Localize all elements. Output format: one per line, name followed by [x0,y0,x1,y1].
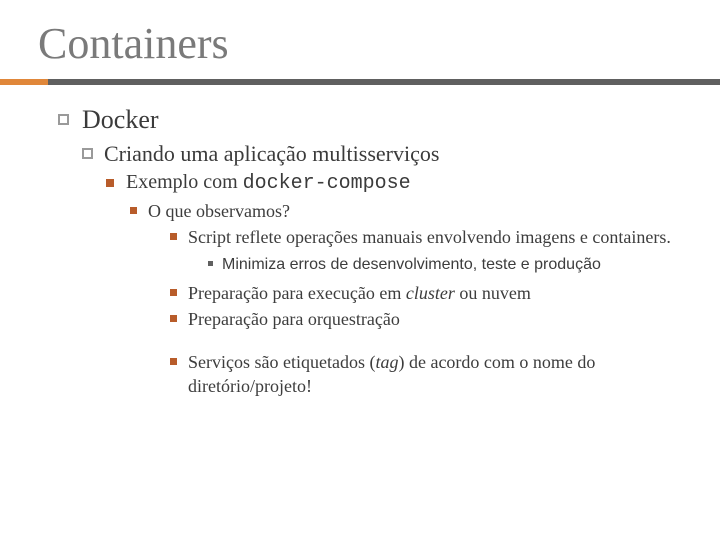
slide-body: Docker Criando uma aplicação multisservi… [0,85,720,398]
bullet-l5-script: Script reflete operações manuais envolve… [170,225,680,249]
bullet-l6-minimize: Minimiza erros de desenvolvimento, teste… [208,254,680,276]
bullet-l2: Criando uma aplicação multisserviços [82,141,680,167]
bullet-l5-cluster: Preparação para execução em cluster ou n… [170,281,680,305]
title-underline [0,79,720,85]
bullet-l3-text-pre: Exemplo com [126,171,243,193]
bullet-l5-orchestration: Preparação para orquestração [170,307,680,331]
bullet-l4-question-text: O que observamos? [148,201,290,221]
bullet-l3-code: docker-compose [243,172,411,195]
bullet-l4-question: O que observamos? [130,199,680,223]
bullet-l5-tag-it: tag [375,352,398,372]
bullet-l3: Exemplo com docker-compose [106,171,680,195]
bullet-l5-tag-pre: Serviços são etiquetados ( [188,352,375,372]
bullet-l6-minimize-text: Minimiza erros de desenvolvimento, teste… [222,256,601,273]
bullet-l2-text: Criando uma aplicação multisserviços [104,141,439,166]
bullet-l1: Docker [58,105,680,135]
bullet-l5-cluster-it: cluster [406,283,455,303]
spacer [58,334,680,348]
bullet-l5-script-text: Script reflete operações manuais envolve… [188,227,671,247]
bullet-l1-text: Docker [82,105,159,134]
bullet-l5-orchestration-text: Preparação para orquestração [188,309,400,329]
slide: Containers Docker Criando uma aplicação … [0,0,720,540]
slide-title: Containers [0,0,720,79]
bullet-l5-cluster-pre: Preparação para execução em [188,283,406,303]
bullet-l5-tag: Serviços são etiquetados (tag) de acordo… [170,350,680,399]
bullet-l5-cluster-post: ou nuvem [455,283,531,303]
